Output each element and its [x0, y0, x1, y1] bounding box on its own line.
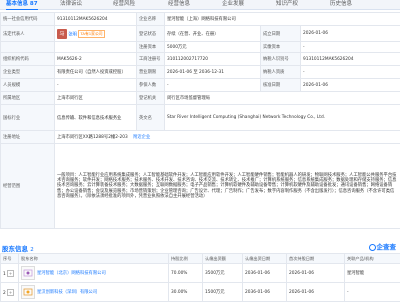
brand-logo-icon: [369, 244, 376, 251]
shareholder-name-link[interactable]: 星汉创新科技（深圳）有限公司: [37, 290, 97, 295]
region-value: 上海市闵行区: [55, 92, 137, 105]
col-name: 股东名称: [19, 254, 169, 264]
shareholder-first-date: 2026-01-06: [287, 264, 345, 283]
credit-code-label: 统一社会信用代码: [1, 13, 55, 26]
established-value: 2026-01-06: [301, 26, 400, 42]
shareholders-title-text: 股东信息: [2, 245, 28, 253]
authority-label: 登记机关: [137, 92, 165, 105]
scope-value: 一般项目：人工智能行业应用系统集成服务；人工智能基础软件开发；人工智能应用软件开…: [55, 144, 400, 229]
company-type-label: 企业类型: [1, 66, 55, 79]
status-value: 存续（在营、开业、在册）: [165, 26, 261, 42]
approval-label: 核准日期: [261, 79, 301, 92]
nearby-companies-link[interactable]: 附近企业: [133, 135, 150, 140]
legal-rep-cell: 马 张明 TA有1家公司: [55, 26, 137, 42]
table-row: 2 + 星汉创新科技（深圳）有限公司 30.00% 1500万元 2036-01…: [1, 283, 400, 302]
legal-rep-name[interactable]: 张明: [68, 32, 77, 37]
reg-no-value: 310112002717720: [165, 53, 261, 66]
col-ratio: 持股比例: [169, 254, 203, 264]
col-sub-date: 认缴出资日期: [243, 254, 287, 264]
insured-label: 参保人数: [137, 79, 165, 92]
row-index: 2: [3, 291, 6, 296]
company-name-value: 星河智能（上海）网络科技有限公司: [165, 13, 400, 26]
business-info-table: 统一社会信用代码 91310112MAK5626204 企业名称 星河智能（上海…: [0, 12, 400, 229]
org-code-value: MAK5626-2: [55, 53, 137, 66]
col-index: 序号: [1, 254, 19, 264]
shareholder-first-date: 2026-01-06: [287, 283, 345, 302]
reg-capital-value: 5000万元: [165, 42, 261, 53]
address-value: 上海市闵行区XX路1288号2幢2-203: [57, 135, 128, 140]
address-label: 注册地址: [1, 131, 55, 144]
tab-legal[interactable]: 法律诉讼: [60, 0, 82, 9]
tab-risk[interactable]: 经营风险: [113, 0, 135, 9]
legal-rep-companies-tag[interactable]: TA有1家公司: [78, 30, 104, 38]
shareholders-table: 序号 股东名称 持股比例 认缴出资额 认缴出资日期 首次持股日期 关联产品/机构…: [0, 253, 400, 302]
related-link[interactable]: 星河智能: [345, 264, 400, 283]
paid-capital-value: -: [301, 42, 400, 53]
tax-id-value: 91310112MAK5626204: [301, 53, 400, 66]
tab-ip[interactable]: 知识产权: [276, 0, 298, 9]
col-first-date: 首次持股日期: [287, 254, 345, 264]
region-label: 所属地区: [1, 92, 55, 105]
legal-rep-avatar: 马: [57, 29, 67, 39]
shareholder-sub-date: 2036-01-06: [243, 283, 287, 302]
biz-term-label: 营业期限: [137, 66, 165, 79]
reg-capital-label: 注册资本: [137, 42, 165, 53]
authority-value: 闵行区市场监督管理局: [165, 92, 400, 105]
legal-rep-label: 法定代表人: [1, 26, 55, 42]
related-value: -: [345, 283, 400, 302]
col-amount: 认缴出资额: [203, 254, 243, 264]
taxpayer-qual-value: -: [301, 66, 400, 79]
company-logo-icon: [21, 266, 35, 280]
address-cell: 上海市闵行区XX路1288号2幢2-203 附近企业: [55, 131, 400, 144]
reg-no-label: 工商注册号: [137, 53, 165, 66]
company-type-value: 有限责任公司（自然人投资或控股）: [55, 66, 137, 79]
english-name-label: 英文名: [137, 105, 165, 131]
tab-operations[interactable]: 经营信息: [168, 0, 190, 9]
industry-label: 国标行业: [1, 105, 55, 131]
brand-logo: 企查查: [369, 241, 397, 251]
tax-id-label: 纳税人识别号: [261, 53, 301, 66]
brand-logo-text: 企查查: [377, 243, 397, 251]
staff-value: -: [55, 79, 137, 92]
staff-label: 人员规模: [1, 79, 55, 92]
company-logo-icon: [21, 285, 35, 299]
industry-value: 信息传输、软件和信息技术服务业: [55, 105, 137, 131]
tab-bar: 基本信息 87 法律诉讼 经营风险 经营信息 企业发展 知识产权 历史信息: [0, 0, 400, 10]
tab-history[interactable]: 历史信息: [330, 0, 352, 9]
approval-value: 2026-01-06: [301, 79, 400, 92]
shareholder-ratio: 70.00%: [169, 264, 203, 283]
table-row: 1 + 星河智能（北京）网络科技有限公司 70.00% 3500万元 2036-…: [1, 264, 400, 283]
insured-value: -: [165, 79, 261, 92]
shareholder-ratio: 30.00%: [169, 283, 203, 302]
taxpayer-qual-label: 纳税人资质: [261, 66, 301, 79]
status-label: 登记状态: [137, 26, 165, 42]
col-related: 关联产品/机构: [345, 254, 400, 264]
english-name-value: Star River Intelligent Computing (Shangh…: [165, 105, 400, 131]
scope-label: 经营范围: [1, 144, 55, 229]
biz-term-value: 2026-01-06 至 2036-12-31: [165, 66, 261, 79]
company-name-label: 企业名称: [137, 13, 165, 26]
tab-development[interactable]: 企业发展: [222, 0, 244, 9]
shareholder-amount: 1500万元: [203, 283, 243, 302]
shareholder-sub-date: 2036-01-06: [243, 264, 287, 283]
org-code-label: 组织机构代码: [1, 53, 55, 66]
paid-capital-label: 实缴资本: [261, 42, 301, 53]
expand-icon[interactable]: +: [7, 289, 14, 296]
shareholder-name-link[interactable]: 星河智能（北京）网络科技有限公司: [37, 271, 106, 276]
credit-code-value: 91310112MAK5626204: [55, 13, 137, 26]
expand-icon[interactable]: +: [7, 270, 14, 277]
shareholder-amount: 3500万元: [203, 264, 243, 283]
row-index: 1: [3, 272, 6, 277]
shareholders-title: 股东信息 2: [2, 243, 34, 253]
tab-basic-info[interactable]: 基本信息 87: [6, 0, 38, 9]
established-label: 成立日期: [261, 26, 301, 42]
